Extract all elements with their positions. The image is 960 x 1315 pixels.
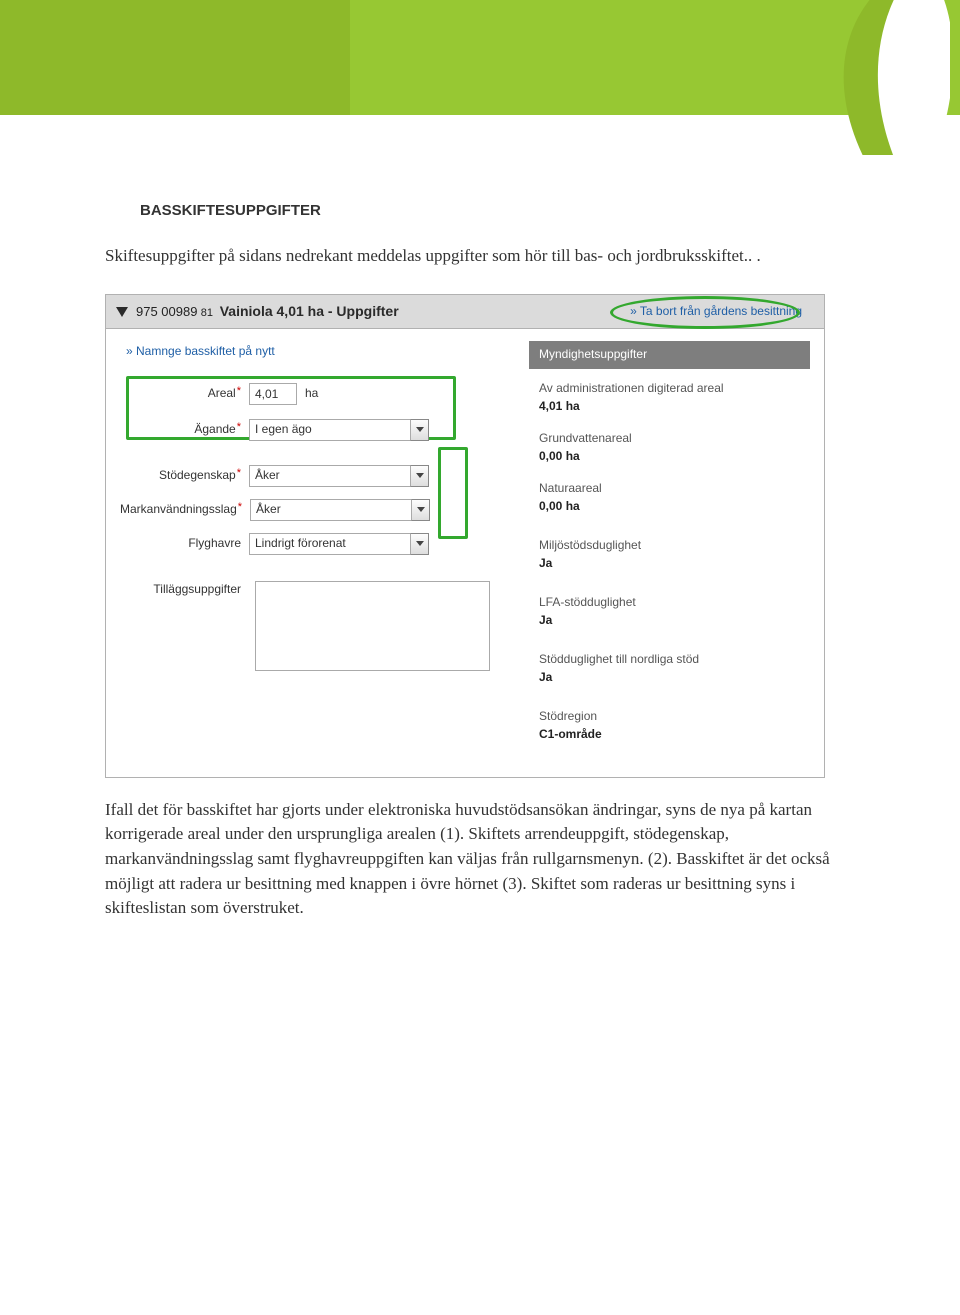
- info-label: Naturaareal: [539, 481, 810, 497]
- info-value: Ja: [539, 612, 810, 629]
- chevron-down-icon[interactable]: [411, 499, 430, 521]
- agande-select[interactable]: I egen ägo: [249, 419, 429, 441]
- label-tilagg: Tilläggsuppgifter: [120, 581, 243, 598]
- label-markanv: Markanvändningsslag*: [120, 501, 244, 519]
- info-block: Av administrationen digiterad areal4,01 …: [529, 381, 810, 416]
- info-label: LFA-stödduglighet: [539, 595, 810, 611]
- chevron-down-icon[interactable]: [410, 465, 429, 487]
- label-agande: Ägande*: [120, 421, 243, 439]
- info-block: Stödduglighet till nordliga stödJa: [529, 652, 810, 687]
- info-value: Ja: [539, 669, 810, 686]
- info-label: Stödduglighet till nordliga stöd: [539, 652, 810, 668]
- areal-input[interactable]: [249, 383, 297, 405]
- header-dark-block: [0, 0, 350, 115]
- info-label: Stödregion: [539, 709, 810, 725]
- flyghavre-select[interactable]: Lindrigt förorenat: [249, 533, 429, 555]
- info-block: MiljöstödsduglighetJa: [529, 538, 810, 573]
- info-block: StödregionC1-område: [529, 709, 810, 744]
- header-light-block: [350, 0, 960, 115]
- stodegenskap-select[interactable]: Åker: [249, 465, 429, 487]
- label-flyghavre: Flyghavre: [120, 535, 243, 552]
- info-label: Grundvattenareal: [539, 431, 810, 447]
- info-block: Grundvattenareal0,00 ha: [529, 431, 810, 466]
- id-secondary: 81: [201, 307, 213, 319]
- chevron-down-icon[interactable]: [410, 419, 429, 441]
- panel-title: Vainiola 4,01 ha - Uppgifter: [220, 303, 399, 319]
- remove-from-possession-link[interactable]: » Ta bort från gårdens besittning: [630, 303, 802, 320]
- info-value: Ja: [539, 555, 810, 572]
- label-stodegenskap: Stödegenskap*: [120, 467, 243, 485]
- info-block: Naturaareal0,00 ha: [529, 481, 810, 516]
- info-block: LFA-stödduglighetJa: [529, 595, 810, 630]
- info-value: 4,01 ha: [539, 398, 810, 415]
- markanv-select[interactable]: Åker: [250, 499, 430, 521]
- tilagg-textarea[interactable]: [255, 581, 490, 671]
- label-areal: Areal*: [120, 385, 243, 403]
- info-value: 0,00 ha: [539, 498, 810, 515]
- rename-basskifte-link[interactable]: » Namnge basskiftet på nytt: [126, 343, 275, 360]
- collapse-icon[interactable]: [116, 307, 128, 317]
- info-value: C1-område: [539, 726, 810, 743]
- panel-header[interactable]: 975 00989 81 Vainiola 4,01 ha - Uppgifte…: [106, 295, 824, 329]
- section-heading: BASSKIFTESUPPGIFTER: [140, 200, 855, 222]
- id-primary: 975 00989: [136, 304, 197, 319]
- basskifte-panel: 975 00989 81 Vainiola 4,01 ha - Uppgifte…: [105, 294, 825, 777]
- myndighet-title: Myndighetsuppgifter: [529, 341, 810, 368]
- intro-paragraph: Skiftesuppgifter på sidans nedrekant med…: [105, 244, 855, 269]
- areal-unit: ha: [305, 385, 318, 402]
- info-label: Miljöstödsduglighet: [539, 538, 810, 554]
- page-header: [0, 0, 960, 155]
- explain-paragraph: Ifall det för basskiftet har gjorts unde…: [105, 798, 855, 921]
- info-value: 0,00 ha: [539, 448, 810, 465]
- info-label: Av administrationen digiterad areal: [539, 381, 810, 397]
- panel-header-id: 975 00989 81 Vainiola 4,01 ha - Uppgifte…: [136, 301, 399, 322]
- chevron-down-icon[interactable]: [410, 533, 429, 555]
